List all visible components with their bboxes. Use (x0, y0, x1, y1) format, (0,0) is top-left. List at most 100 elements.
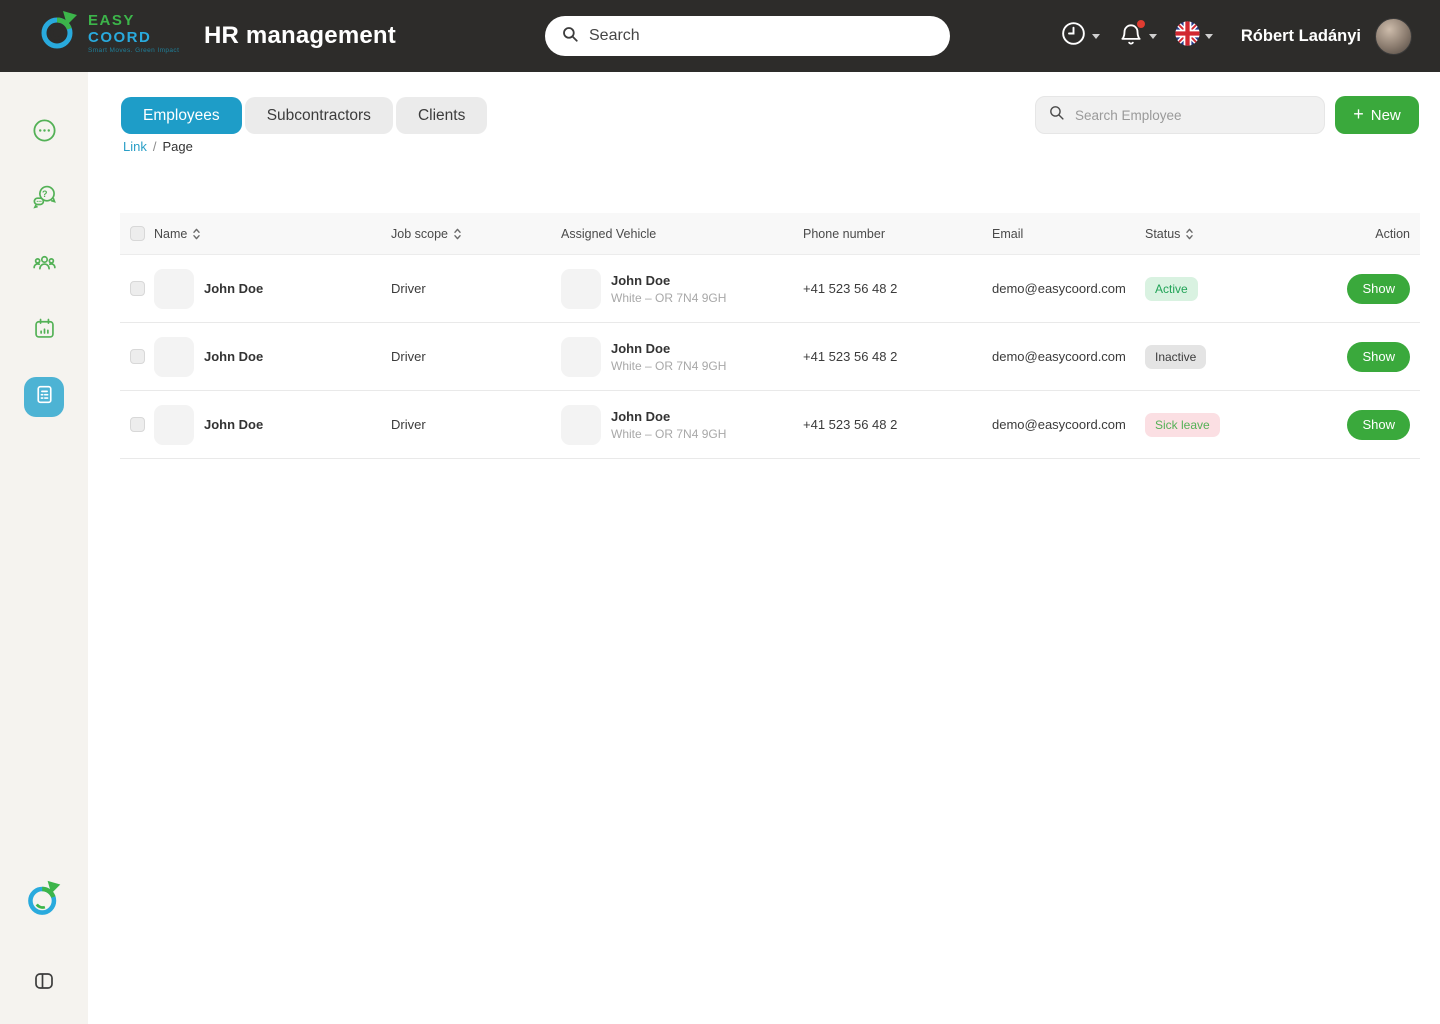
clipboard-list-icon (32, 382, 57, 412)
page-title: HR management (204, 22, 396, 49)
brand-line1: EASY (88, 11, 135, 29)
employee-name: John Doe (204, 281, 264, 296)
column-label: Action (1375, 226, 1410, 241)
cell-phone: +41 523 56 48 2 (803, 349, 898, 364)
vehicle-driver-name: John Doe (611, 408, 671, 424)
main-content: Employees Subcontractors Clients Link / … (88, 72, 1440, 1024)
column-header-name[interactable]: Name (154, 227, 391, 241)
sidebar-item-more[interactable] (24, 113, 64, 153)
sidebar: ? (0, 72, 88, 1024)
cell-email: demo@easycoord.com (992, 349, 1126, 364)
employee-name: John Doe (204, 349, 264, 364)
sidebar-item-hr-register[interactable] (24, 377, 64, 417)
sort-icon (192, 228, 201, 240)
plus-icon: + (1353, 104, 1364, 124)
cell-status: Sick leave (1145, 412, 1300, 437)
cell-assigned-vehicle: John Doe White – OR 7N4 9GH (561, 268, 803, 309)
select-all-checkbox[interactable] (130, 226, 145, 241)
bell-icon (1118, 19, 1145, 52)
vehicle-driver-name: John Doe (611, 340, 671, 356)
global-search-input[interactable] (589, 27, 934, 45)
column-label: Email (992, 226, 1024, 241)
new-button[interactable]: + New (1335, 96, 1419, 134)
table-header-row: Name Job scope Assigned Vehicle Phone nu… (120, 213, 1420, 255)
new-button-label: New (1370, 106, 1401, 124)
column-header-assigned-vehicle: Assigned Vehicle (561, 227, 803, 241)
employees-table: Name Job scope Assigned Vehicle Phone nu… (120, 213, 1420, 459)
column-header-status[interactable]: Status (1145, 227, 1300, 241)
chevron-down-icon (1091, 33, 1100, 39)
brand-tagline: Smart Moves. Green Impact (88, 46, 180, 54)
show-button[interactable]: Show (1347, 273, 1410, 304)
ellipsis-circle-icon (31, 117, 58, 149)
cell-email: demo@easycoord.com (992, 417, 1126, 432)
user-name: Róbert Ladányi (1240, 26, 1361, 45)
vehicle-details: White – OR 7N4 9GH (611, 358, 727, 373)
clock-icon (1060, 20, 1087, 52)
table-body: John Doe Driver John Doe White – OR 7N4 … (120, 255, 1420, 459)
row-checkbox[interactable] (130, 349, 145, 364)
vehicle-driver-name: John Doe (611, 272, 671, 288)
sidebar-item-support[interactable]: ? (24, 179, 64, 219)
vehicle-details: White – OR 7N4 9GH (611, 426, 727, 441)
breadcrumb-separator: / (152, 139, 157, 154)
cell-job-scope: Driver (391, 417, 426, 432)
time-menu-button[interactable] (1056, 16, 1104, 56)
cell-phone: +41 523 56 48 2 (803, 417, 898, 432)
uk-flag-icon (1175, 21, 1200, 51)
employee-search-input[interactable] (1075, 107, 1312, 123)
sidebar-item-calendar-stats[interactable] (24, 311, 64, 351)
status-badge: Active (1145, 276, 1198, 301)
table-row: John Doe Driver John Doe White – OR 7N4 … (120, 255, 1420, 323)
show-button[interactable]: Show (1347, 341, 1410, 372)
brand-line2: COORD (88, 28, 152, 46)
svg-text:?: ? (41, 189, 47, 199)
global-search[interactable] (545, 16, 950, 56)
table-row: John Doe Driver John Doe White – OR 7N4 … (120, 323, 1420, 391)
cell-job-scope: Driver (391, 281, 426, 296)
vehicle-thumbnail (561, 336, 601, 377)
tab-clients[interactable]: Clients (395, 97, 488, 134)
breadcrumb-link[interactable]: Link (123, 139, 147, 154)
vehicle-details: White – OR 7N4 9GH (611, 290, 727, 305)
brand-logo[interactable]: EASY COORD Smart Moves. Green Impact (38, 10, 179, 57)
employee-name: John Doe (204, 417, 264, 432)
sort-icon (453, 228, 462, 240)
sidebar-item-team[interactable] (24, 245, 64, 285)
breadcrumb-current: Page (162, 139, 193, 154)
tab-employees[interactable]: Employees (121, 97, 242, 134)
cell-assigned-vehicle: John Doe White – OR 7N4 9GH (561, 404, 803, 445)
status-badge: Inactive (1145, 344, 1207, 369)
cell-status: Inactive (1145, 344, 1300, 369)
brand-logo-text: EASY COORD Smart Moves. Green Impact (88, 13, 179, 55)
notifications-button[interactable] (1114, 17, 1161, 56)
entity-tabs: Employees Subcontractors Clients (121, 97, 488, 134)
row-checkbox[interactable] (130, 281, 145, 296)
cell-action: Show (1300, 409, 1420, 440)
employee-search[interactable] (1035, 96, 1325, 134)
people-group-icon (31, 249, 58, 281)
sort-icon (1185, 228, 1194, 240)
collapse-sidebar-icon[interactable] (32, 969, 56, 998)
breadcrumb: Link / Page (123, 139, 193, 154)
calendar-chart-icon (31, 315, 58, 347)
table-row: John Doe Driver John Doe White – OR 7N4 … (120, 391, 1420, 459)
user-avatar[interactable] (1375, 17, 1412, 55)
row-checkbox[interactable] (130, 417, 145, 432)
tab-subcontractors[interactable]: Subcontractors (244, 97, 393, 134)
cell-action: Show (1300, 273, 1420, 304)
employee-avatar (154, 404, 194, 445)
language-selector[interactable] (1171, 17, 1217, 55)
status-badge: Sick leave (1145, 412, 1220, 437)
cell-assigned-vehicle: John Doe White – OR 7N4 9GH (561, 336, 803, 377)
easycoord-logo-mark-icon (25, 880, 63, 923)
column-header-action: Action (1300, 227, 1420, 241)
column-header-job-scope[interactable]: Job scope (391, 227, 561, 241)
search-icon (561, 25, 579, 48)
vehicle-thumbnail (561, 268, 601, 309)
cell-action: Show (1300, 341, 1420, 372)
cell-job-scope: Driver (391, 349, 426, 364)
show-button[interactable]: Show (1347, 409, 1410, 440)
column-label: Name (154, 226, 188, 241)
top-header: EASY COORD Smart Moves. Green Impact HR … (0, 0, 1440, 72)
